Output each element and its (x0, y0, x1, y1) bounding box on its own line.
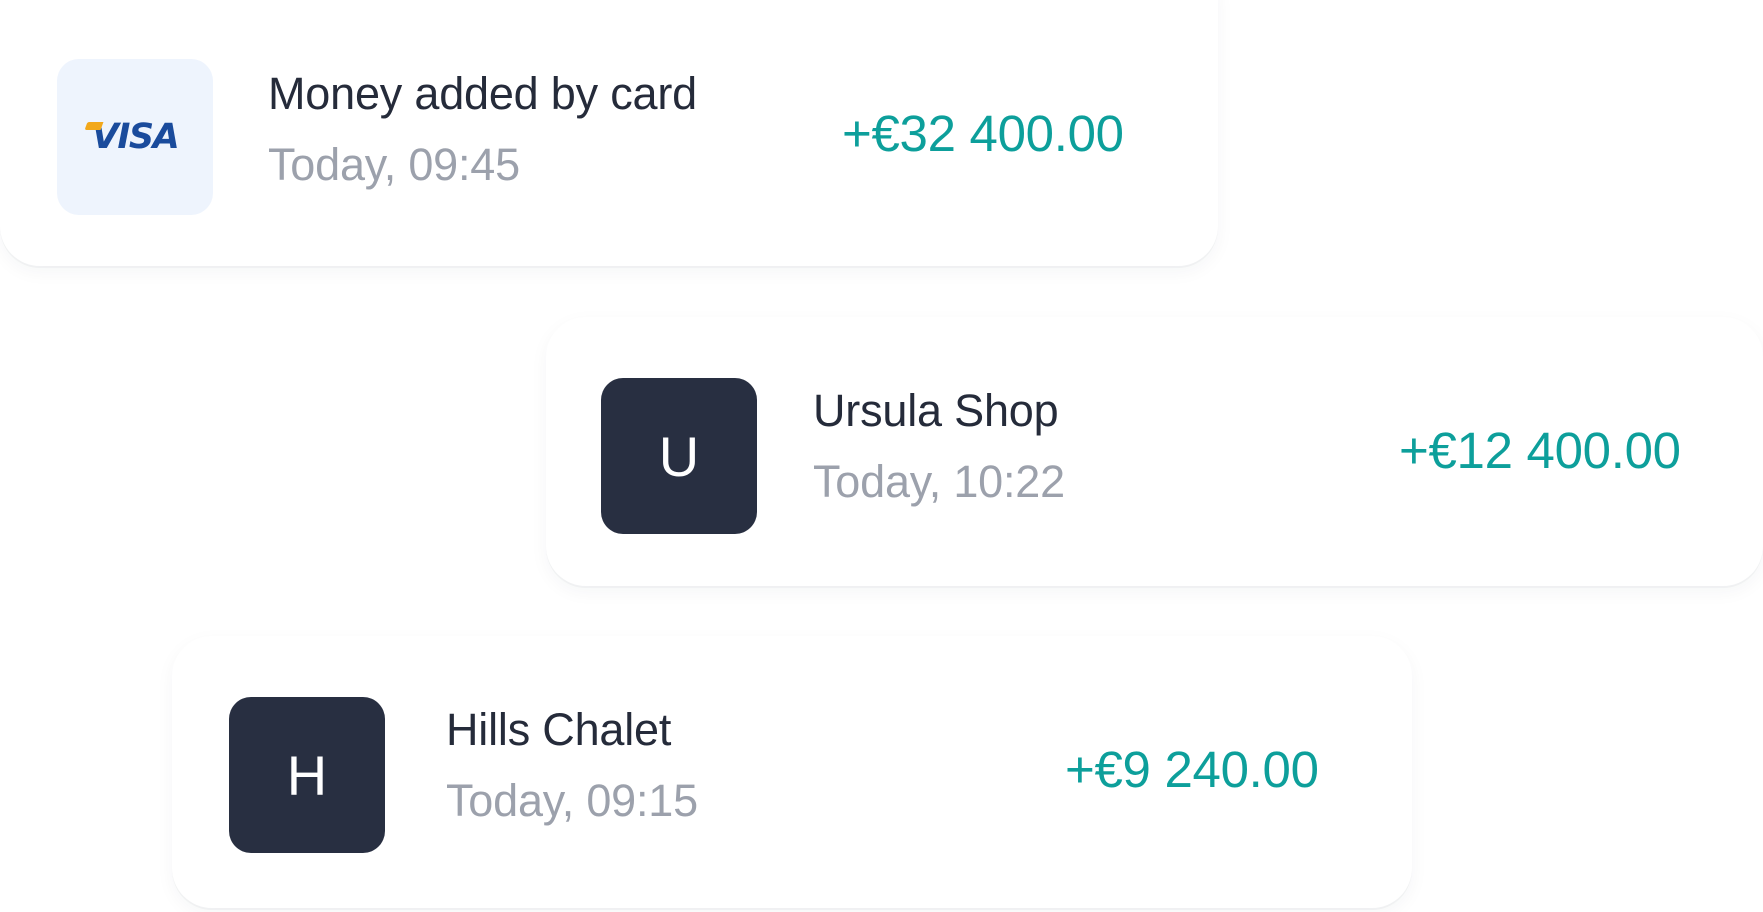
visa-logo-text: VISA (91, 116, 180, 157)
transaction-title: Ursula Shop (813, 385, 1059, 436)
transaction-amount: +€9 240.00 (1065, 741, 1319, 798)
visa-accent-mark (84, 121, 104, 130)
transaction-title: Money added by card (268, 68, 697, 119)
transaction-time: Today, 09:45 (268, 139, 520, 190)
transaction-amount: +€32 400.00 (842, 105, 1124, 162)
transaction-card[interactable]: H Hills Chalet Today, 09:15 +€9 240.00 (172, 636, 1412, 908)
transaction-title: Hills Chalet (446, 704, 672, 755)
merchant-avatar: H (229, 697, 385, 853)
transaction-card[interactable]: VISA Money added by card Today, 09:45 +€… (0, 0, 1218, 266)
visa-logo-avatar: VISA (57, 59, 213, 215)
transaction-time: Today, 09:15 (446, 775, 698, 826)
merchant-avatar: U (601, 378, 757, 534)
transaction-amount: +€12 400.00 (1399, 422, 1681, 479)
transaction-card[interactable]: U Ursula Shop Today, 10:22 +€12 400.00 (546, 317, 1763, 586)
visa-logo-icon: VISA (84, 116, 180, 157)
transaction-time: Today, 10:22 (813, 456, 1065, 507)
